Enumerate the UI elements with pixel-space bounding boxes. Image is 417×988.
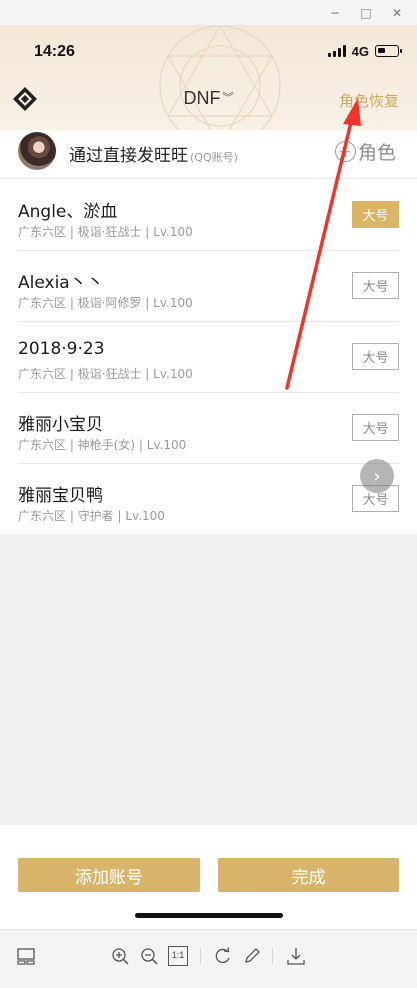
home-indicator [135, 913, 283, 918]
list-item[interactable]: Alexia丶丶 广东六区 | 极诣·阿修罗 | Lv.100 大号 [0, 250, 417, 321]
avatar [18, 132, 56, 170]
main-account-tag[interactable]: 大号 [352, 272, 399, 299]
header-pattern [159, 26, 281, 130]
rotate-icon[interactable] [213, 946, 233, 966]
character-meta: 广东六区 | 守护者 | Lv.100 [18, 509, 165, 523]
list-item[interactable]: Angle、淤血 广东六区 | 极诣·狂战士 | Lv.100 大号 [0, 179, 417, 250]
chevron-right-icon[interactable]: › [373, 466, 380, 487]
account-row: 通过直接发旺旺 (QQ账号) 角色 [0, 130, 417, 179]
status-time: 14:26 [34, 43, 75, 60]
toolbar-divider [200, 948, 201, 964]
battery-icon [375, 45, 402, 57]
close-button[interactable]: ✕ [388, 4, 406, 22]
chevron-down-icon[interactable]: ︾ [223, 92, 234, 104]
character-name: 雅丽小宝贝 [18, 415, 103, 435]
list-item[interactable]: 2018·9·23 广东六区 | 极诣·狂战士 | Lv.100 大号 [0, 321, 417, 392]
main-account-tag[interactable]: 大号 [352, 414, 399, 441]
character-name: 2018·9·23 [18, 339, 105, 359]
plus-circle-icon[interactable] [334, 141, 356, 162]
bottom-actions: 添加账号 完成 [0, 825, 417, 929]
floating-next-button[interactable]: › [360, 459, 394, 493]
game-name[interactable]: DNF [184, 88, 221, 108]
actual-size-button[interactable]: 1:1 [168, 946, 188, 966]
list-item[interactable]: 雅丽小宝贝 广东六区 | 神枪手(女) | Lv.100 大号 [0, 392, 417, 463]
character-meta: 广东六区 | 极诣·狂战士 | Lv.100 [18, 225, 193, 239]
character-name: 雅丽宝贝鸭 [18, 486, 103, 506]
character-list: Angle、淤血 广东六区 | 极诣·狂战士 | Lv.100 大号 Alexi… [0, 179, 417, 534]
empty-area [0, 534, 417, 825]
add-role-label[interactable]: 角色 [358, 138, 396, 165]
app-header: 14:26 4G DNF ︾ 角色恢复 [0, 26, 417, 130]
signal-icon [327, 45, 346, 57]
minimize-button[interactable]: − [326, 4, 344, 22]
done-button[interactable]: 完成 [218, 858, 399, 892]
account-type: (QQ账号) [190, 151, 238, 164]
main-account-tag[interactable]: 大号 [352, 343, 399, 370]
thumbnail-panel-icon[interactable] [16, 946, 36, 966]
toolbar-divider [272, 948, 273, 964]
edit-pencil-icon[interactable] [242, 946, 262, 966]
viewer-title-bar: − □ ✕ [0, 0, 417, 26]
download-icon[interactable] [286, 946, 306, 966]
status-indicators: 4G [327, 42, 402, 60]
maximize-button[interactable]: □ [357, 4, 375, 22]
character-name: Angle、淤血 [18, 202, 118, 222]
character-meta: 广东六区 | 极诣·狂战士 | Lv.100 [18, 367, 193, 381]
network-type: 4G [351, 43, 369, 59]
zoom-in-icon[interactable] [110, 946, 130, 966]
zoom-out-icon[interactable] [139, 946, 159, 966]
add-role-button[interactable]: 角色 [334, 138, 396, 165]
list-item[interactable]: 雅丽宝贝鸭 广东六区 | 守护者 | Lv.100 大号 [0, 463, 417, 534]
main-account-tag[interactable]: 大号 [352, 201, 399, 228]
viewer-toolbar: 1:1 [0, 929, 417, 988]
character-meta: 广东六区 | 神枪手(女) | Lv.100 [18, 438, 187, 452]
account-name: 通过直接发旺旺 (QQ账号) [69, 146, 238, 166]
role-restore-link[interactable]: 角色恢复 [339, 90, 399, 111]
character-name: Alexia丶丶 [18, 273, 104, 293]
add-account-button[interactable]: 添加账号 [18, 858, 200, 892]
character-meta: 广东六区 | 极诣·阿修罗 | Lv.100 [18, 296, 193, 310]
